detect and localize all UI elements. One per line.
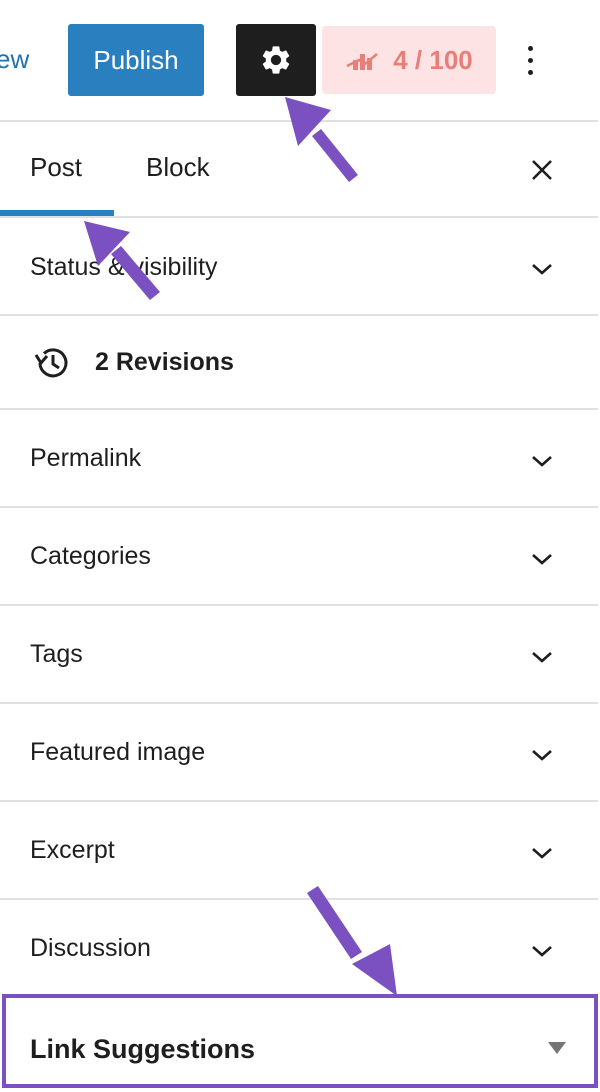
panel-label: Featured image (30, 738, 206, 766)
panel-permalink[interactable]: Permalink (0, 410, 598, 506)
gear-icon (262, 46, 290, 74)
chevron-down-icon (532, 848, 552, 859)
link-suggestions-label: Link Suggestions (30, 1034, 256, 1064)
chevron-down-icon (532, 652, 552, 663)
settings-button[interactable] (236, 24, 316, 96)
close-icon[interactable] (528, 156, 556, 184)
panel-label: Permalink (30, 444, 142, 472)
chevron-down-icon (532, 750, 552, 761)
seo-score-text: 4 / 100 (393, 44, 473, 75)
chevron-down-icon (532, 946, 552, 957)
chevron-down-icon (532, 456, 552, 467)
more-options-button[interactable] (518, 36, 542, 84)
panel-featured-image[interactable]: Featured image (0, 704, 598, 800)
panel-discussion[interactable]: Discussion (0, 900, 598, 992)
preview-link[interactable]: ew (0, 44, 29, 75)
panel-excerpt[interactable]: Excerpt (0, 802, 598, 898)
editor-toolbar: ew Publish 4 / 100 (0, 0, 600, 121)
panel-tags[interactable]: Tags (0, 606, 598, 702)
seo-score-icon (346, 53, 379, 70)
panel-label: Status & visibility (30, 253, 218, 281)
tab-post[interactable]: Post (30, 152, 82, 183)
vertical-ellipsis-icon (527, 45, 533, 51)
panel-categories[interactable]: Categories (0, 508, 598, 604)
panel-label: Categories (30, 542, 151, 570)
panel-label: Tags (30, 640, 83, 668)
chevron-down-icon (532, 264, 552, 275)
chevron-down-icon (532, 554, 552, 565)
publish-button[interactable]: Publish (68, 24, 204, 96)
panel-status-visibility[interactable]: Status & visibility (0, 218, 598, 314)
tab-block[interactable]: Block (146, 152, 210, 183)
panel-link-suggestions[interactable]: Link Suggestions (2, 994, 598, 1088)
revisions-label: 2 Revisions (95, 348, 234, 376)
caret-down-icon (548, 1042, 566, 1054)
panel-label: Discussion (30, 934, 151, 962)
history-icon (34, 348, 68, 378)
panel-revisions[interactable]: 2 Revisions (0, 316, 598, 408)
toolbar-divider (0, 120, 598, 122)
panel-label: Excerpt (30, 836, 115, 864)
seo-score-badge[interactable]: 4 / 100 (322, 26, 496, 94)
